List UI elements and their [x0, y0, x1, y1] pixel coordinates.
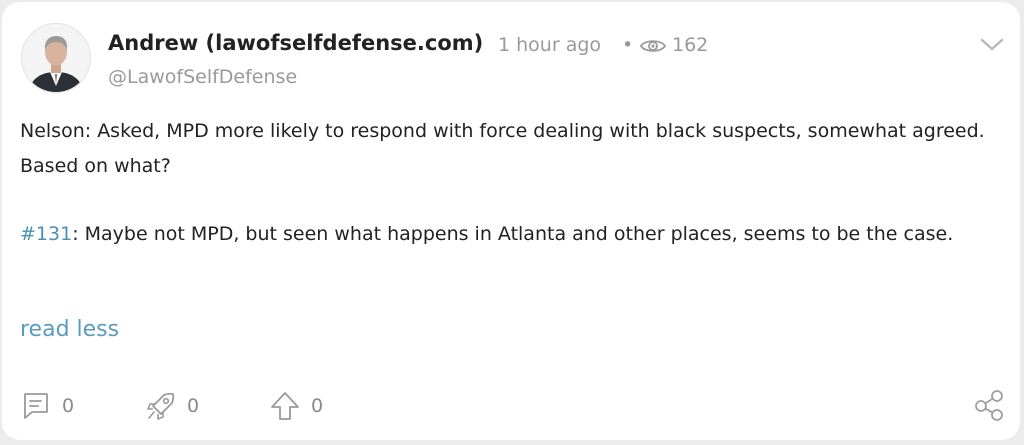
hashtag-link[interactable]: #131 [20, 223, 72, 245]
post-timestamp: 1 hour ago [498, 34, 602, 56]
share-icon[interactable] [972, 388, 1006, 422]
reply-count: 0 [62, 395, 75, 417]
read-less-link[interactable]: read less [20, 317, 119, 342]
avatar-photo [22, 24, 90, 92]
author-handle[interactable]: @LawofSelfDefense [108, 66, 297, 88]
rocket-icon [147, 392, 175, 420]
chevron-down-icon[interactable] [979, 36, 1005, 54]
upvote-count: 0 [311, 395, 324, 417]
post-paragraph-1: Nelson: Asked, MPD more likely to respon… [20, 120, 985, 177]
post-paragraph-2-text: : Maybe not MPD, but seen what happens i… [72, 223, 954, 245]
comment-icon [24, 393, 48, 419]
post-card: Andrew (lawofselfdefense.com) 1 hour ago… [2, 2, 1020, 440]
repost-button[interactable]: 0 [145, 389, 199, 423]
arrow-up-icon [271, 392, 299, 420]
post-paragraph-2: #131: Maybe not MPD, but seen what happe… [20, 217, 1010, 252]
upvote-button[interactable]: 0 [269, 389, 323, 423]
reply-button[interactable]: 0 [20, 389, 74, 423]
eye-icon [639, 40, 667, 52]
meta-separator: • [622, 34, 634, 56]
avatar[interactable] [21, 23, 91, 93]
author-name[interactable]: Andrew (lawofselfdefense.com) [108, 31, 483, 55]
repost-count: 0 [187, 395, 200, 417]
view-count: 162 [672, 34, 709, 56]
